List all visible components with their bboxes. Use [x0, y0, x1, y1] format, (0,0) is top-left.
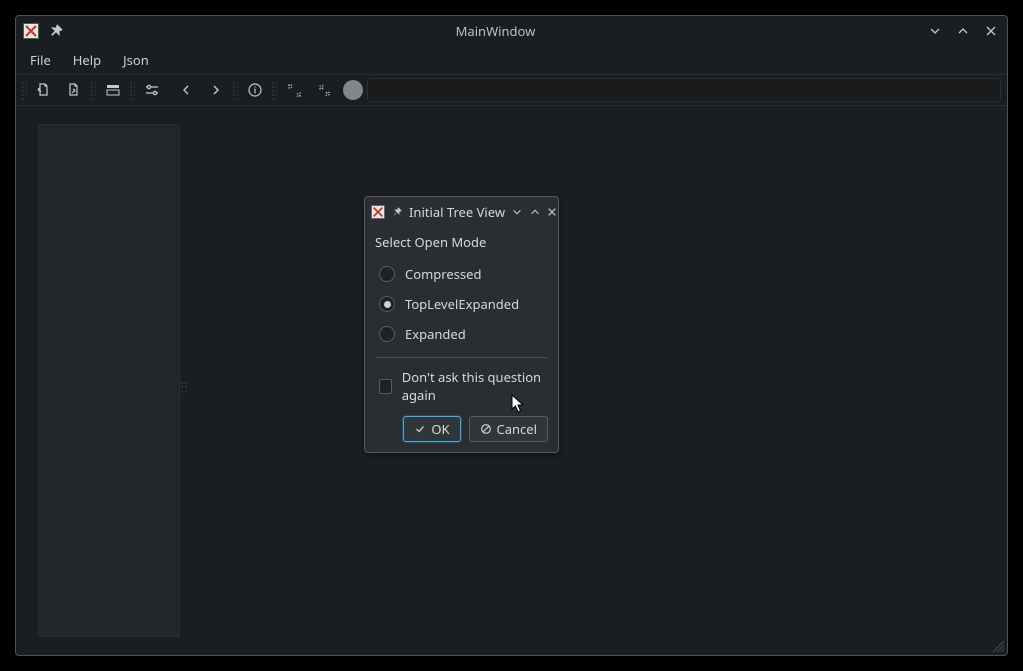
- radio-label: Compressed: [405, 265, 481, 283]
- titlebar: MainWindow: [16, 16, 1007, 46]
- dialog-titlebar: Initial Tree View: [365, 197, 558, 227]
- cancel-button-label: Cancel: [497, 420, 537, 438]
- app-icon: [22, 22, 40, 40]
- window-title: MainWindow: [72, 22, 919, 40]
- search-input[interactable]: [367, 78, 1001, 102]
- side-panel[interactable]: [38, 124, 180, 637]
- check-icon: [414, 423, 426, 435]
- dialog-app-icon: [371, 203, 385, 221]
- expand-icon[interactable]: [281, 77, 307, 103]
- prohibit-icon: [480, 423, 492, 435]
- radio-top-level-expanded[interactable]: TopLevelExpanded: [375, 289, 548, 319]
- toolbar-grip-3[interactable]: [128, 80, 135, 100]
- export-file-icon[interactable]: [61, 77, 87, 103]
- radio-icon: [379, 326, 395, 342]
- toolbar-grip-2[interactable]: [89, 80, 96, 100]
- close-button[interactable]: [981, 21, 1001, 41]
- collapse-icon[interactable]: [311, 77, 337, 103]
- menu-json[interactable]: Json: [113, 47, 159, 73]
- toolbar-grip-4[interactable]: [231, 80, 238, 100]
- checkbox-icon: [379, 379, 392, 394]
- sliders-icon[interactable]: [139, 77, 165, 103]
- search-bubble-icon[interactable]: [343, 80, 363, 100]
- resize-grip-icon[interactable]: [989, 637, 1005, 653]
- minimize-button[interactable]: [925, 21, 945, 41]
- radio-label: TopLevelExpanded: [405, 295, 519, 313]
- toolbar-grip-5[interactable]: [270, 80, 277, 100]
- dialog-prompt: Select Open Mode: [375, 233, 548, 251]
- main-panel: [186, 124, 997, 637]
- dialog-pin-icon[interactable]: [391, 204, 403, 220]
- ok-button[interactable]: OK: [403, 416, 460, 442]
- menu-help[interactable]: Help: [63, 47, 111, 73]
- dialog-button-row: OK Cancel: [375, 416, 548, 442]
- radio-compressed[interactable]: Compressed: [375, 259, 548, 289]
- maximize-button[interactable]: [953, 21, 973, 41]
- toolbar: [16, 74, 1007, 106]
- radio-icon: [379, 266, 395, 282]
- menu-file[interactable]: File: [20, 47, 61, 73]
- menubar: File Help Json: [16, 46, 1007, 74]
- splitter-handle[interactable]: [180, 381, 188, 395]
- cancel-button[interactable]: Cancel: [469, 416, 548, 442]
- open-file-icon[interactable]: [31, 77, 57, 103]
- info-icon[interactable]: [242, 77, 268, 103]
- panels-icon[interactable]: [100, 77, 126, 103]
- dialog-close-button[interactable]: [547, 204, 557, 220]
- dont-ask-label: Don't ask this question again: [402, 368, 548, 404]
- back-icon[interactable]: [173, 77, 199, 103]
- toolbar-grip[interactable]: [20, 80, 27, 100]
- pin-icon[interactable]: [46, 21, 66, 41]
- dont-ask-checkbox-row[interactable]: Don't ask this question again: [375, 368, 548, 416]
- dialog-minimize-button[interactable]: [511, 204, 523, 220]
- radio-icon: [379, 296, 395, 312]
- dialog-separator: [375, 357, 548, 358]
- dialog-title: Initial Tree View: [409, 203, 505, 221]
- dialog-body: Select Open Mode Compressed TopLevelExpa…: [365, 227, 558, 452]
- radio-label: Expanded: [405, 325, 466, 343]
- ok-button-label: OK: [431, 420, 449, 438]
- forward-icon[interactable]: [203, 77, 229, 103]
- initial-tree-view-dialog: Initial Tree View Select Open Mode Compr…: [364, 196, 559, 453]
- radio-expanded[interactable]: Expanded: [375, 319, 548, 349]
- dialog-maximize-button[interactable]: [529, 204, 541, 220]
- window-controls: [925, 21, 1001, 41]
